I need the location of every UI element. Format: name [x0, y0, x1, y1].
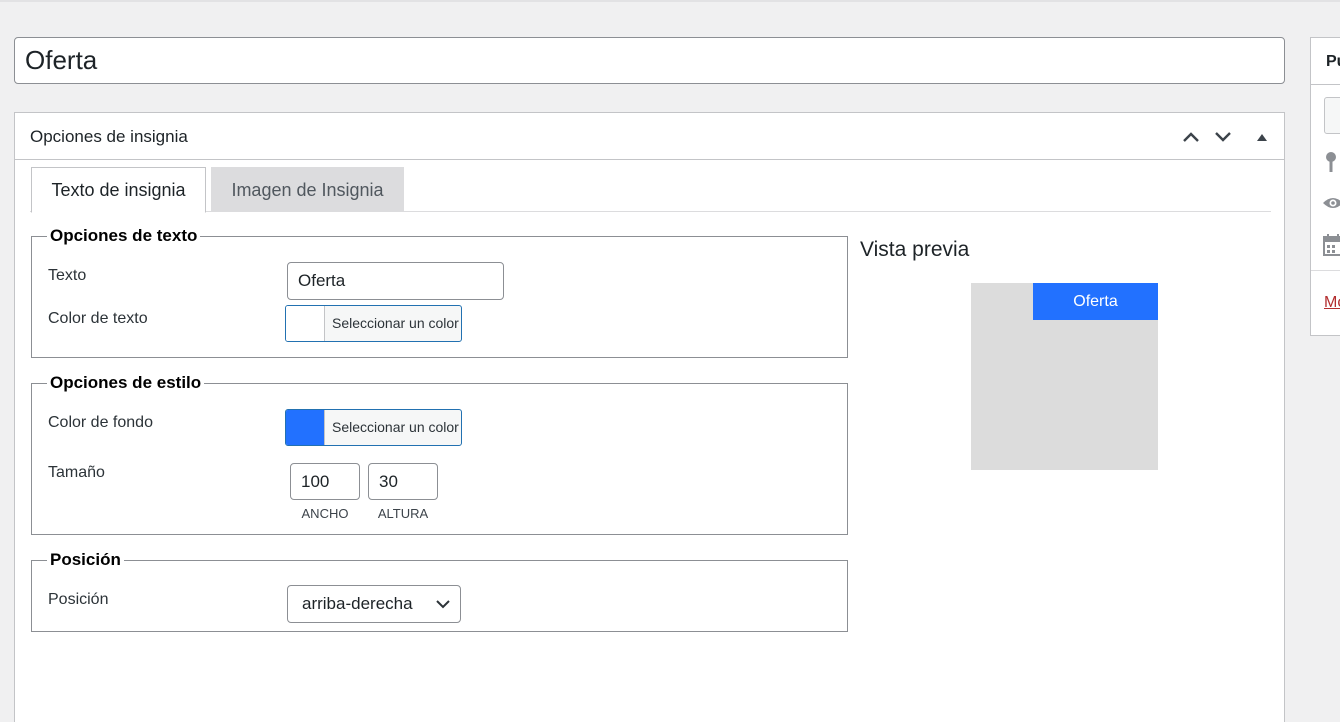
chevron-down-icon: [436, 600, 450, 609]
tab-imagen-de-insignia[interactable]: Imagen de Insignia: [211, 167, 404, 212]
publish-sidebar-box: Pu Mo: [1310, 37, 1340, 336]
text-options-legend: Opciones de texto: [50, 226, 198, 245]
bg-color-label: Color de fondo: [48, 414, 153, 431]
text-color-swatch: [286, 306, 325, 341]
move-down-icon[interactable]: [1211, 125, 1235, 149]
post-title-input[interactable]: Oferta: [14, 37, 1285, 84]
style-options-legend: Opciones de estilo: [50, 373, 202, 392]
text-color-picker[interactable]: Seleccionar un color: [285, 305, 462, 342]
sidebar-divider-2: [1311, 270, 1340, 271]
style-options-fieldset: Opciones de estilo Color de fondo Selecc…: [31, 373, 848, 535]
tab-texto-de-insignia[interactable]: Texto de insignia: [31, 167, 206, 213]
badge-text-input[interactable]: Oferta: [287, 262, 504, 300]
text-options-fieldset: Opciones de texto Texto Oferta Color de …: [31, 226, 848, 358]
move-up-icon[interactable]: [1179, 125, 1203, 149]
sidebar-divider: [1311, 84, 1340, 85]
position-fieldset: Posición Posición arriba-derecha: [31, 550, 848, 632]
position-legend: Posición: [50, 550, 121, 569]
text-label: Texto: [48, 267, 87, 284]
preview-title: Vista previa: [860, 238, 970, 261]
bg-color-swatch: [286, 410, 325, 445]
eye-icon: [1323, 195, 1340, 215]
width-sublabel: ANCHO: [301, 506, 349, 521]
position-label: Posición: [48, 591, 109, 608]
metabox-header: Opciones de insignia: [15, 113, 1284, 160]
height-sublabel: ALTURA: [377, 506, 429, 521]
top-divider: [0, 0, 1340, 2]
bg-color-picker[interactable]: Seleccionar un color: [285, 409, 462, 446]
width-input[interactable]: 100: [290, 463, 360, 500]
pin-icon: [1323, 151, 1340, 172]
save-draft-button[interactable]: [1324, 97, 1340, 134]
toggle-panel-icon[interactable]: [1250, 125, 1274, 149]
position-selected-value: arriba-derecha: [302, 594, 413, 613]
position-select[interactable]: arriba-derecha: [287, 585, 461, 623]
badge-tabs: Texto de insignia Imagen de Insignia: [30, 167, 1271, 213]
preview-box: Oferta: [971, 283, 1158, 470]
height-input[interactable]: 30: [368, 463, 438, 500]
text-color-button-label: Seleccionar un color: [332, 315, 459, 331]
size-label: Tamaño: [48, 464, 105, 481]
move-to-trash-link[interactable]: Mo: [1324, 294, 1340, 312]
preview-badge: Oferta: [1033, 283, 1158, 320]
metabox-title: Opciones de insignia: [30, 127, 188, 146]
calendar-icon: [1323, 234, 1340, 256]
bg-color-button-label: Seleccionar un color: [332, 419, 459, 435]
badge-options-metabox: Opciones de insignia Texto de insignia I…: [14, 112, 1285, 722]
text-color-label: Color de texto: [48, 310, 148, 327]
publish-box-title: Pu: [1326, 53, 1340, 70]
